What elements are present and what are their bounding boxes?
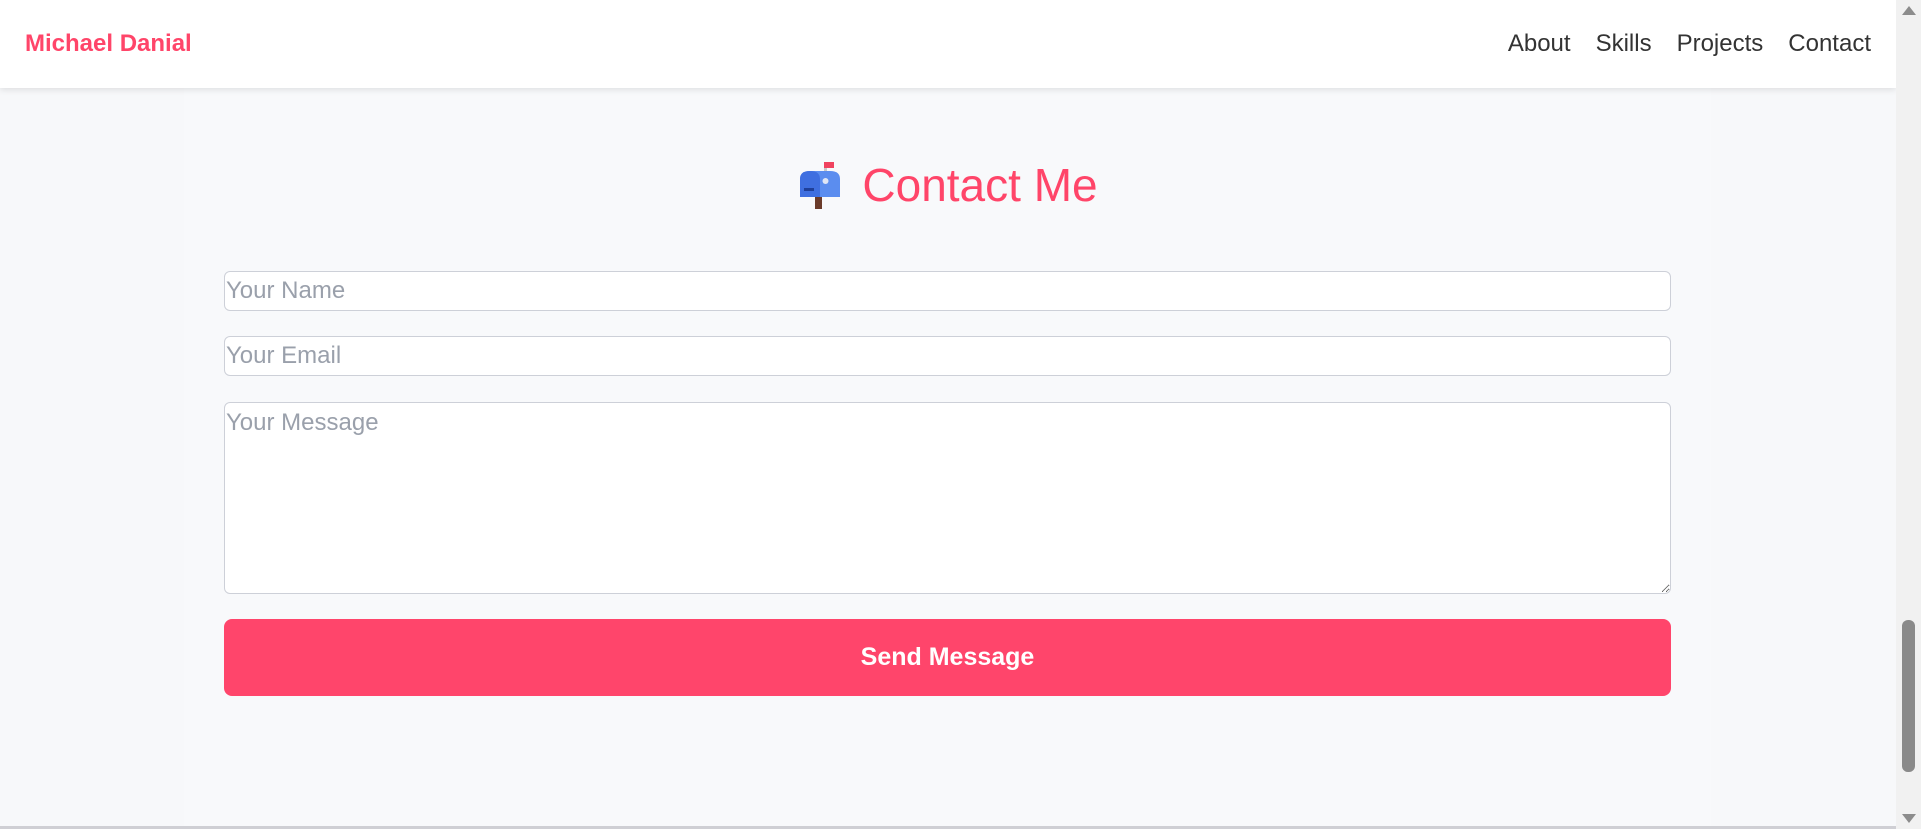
message-textarea[interactable] xyxy=(224,402,1671,594)
page-gutter-right xyxy=(1711,0,1896,826)
mailbox-icon xyxy=(798,161,842,209)
nav-link-contact[interactable]: Contact xyxy=(1788,30,1871,58)
nav-link-about[interactable]: About xyxy=(1508,30,1571,58)
navbar: Michael Danial About Skills Projects Con… xyxy=(0,0,1896,88)
email-input[interactable] xyxy=(224,336,1671,376)
page-gutter-left xyxy=(0,0,184,826)
brand-logo-link[interactable]: Michael Danial xyxy=(25,0,192,88)
nav-link-skills[interactable]: Skills xyxy=(1596,30,1652,58)
nav-link-projects[interactable]: Projects xyxy=(1677,30,1764,58)
nav-links: About Skills Projects Contact xyxy=(1508,0,1871,88)
contact-title-row: Contact Me xyxy=(0,155,1896,215)
scroll-thumb[interactable] xyxy=(1902,620,1915,772)
send-message-button[interactable]: Send Message xyxy=(224,619,1671,696)
scroll-down-arrow-icon[interactable] xyxy=(1902,814,1916,823)
contact-title: Contact Me xyxy=(862,159,1098,211)
scroll-up-arrow-icon[interactable] xyxy=(1902,6,1916,15)
name-input[interactable] xyxy=(224,271,1671,311)
vertical-scrollbar[interactable] xyxy=(1896,0,1921,829)
page: Michael Danial About Skills Projects Con… xyxy=(0,0,1896,826)
